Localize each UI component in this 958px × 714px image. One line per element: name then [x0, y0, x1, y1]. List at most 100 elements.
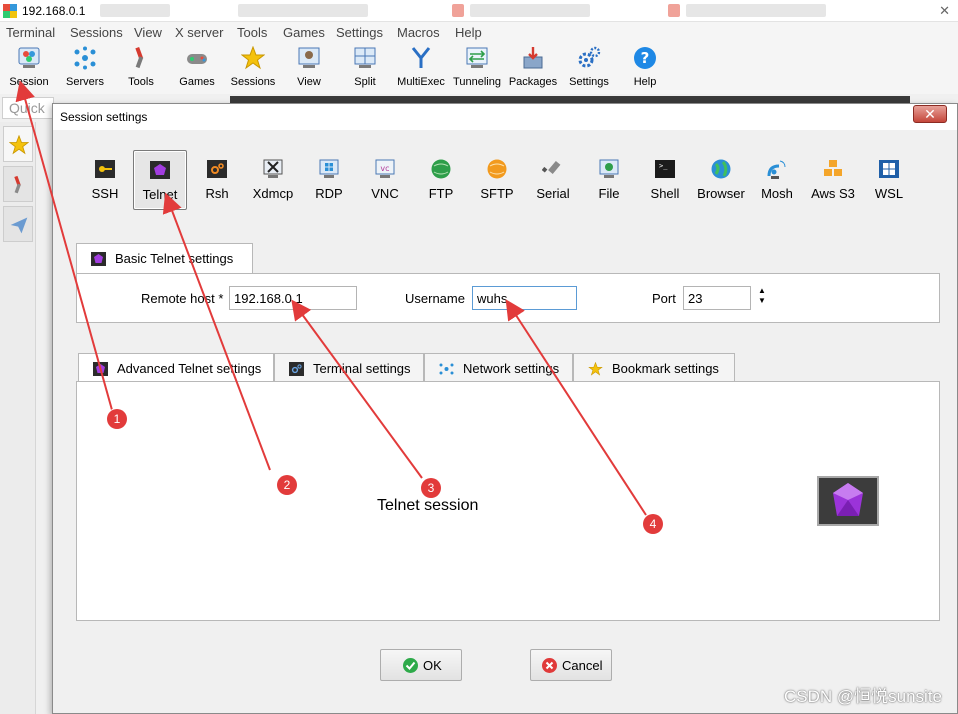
- annotation-badge: 2: [277, 475, 297, 495]
- blurred-tab[interactable]: [668, 4, 680, 17]
- tab-network-settings[interactable]: Network settings: [424, 353, 573, 383]
- svg-text:>_: >_: [659, 162, 668, 170]
- blurred-tab[interactable]: [452, 4, 464, 17]
- aws-s3-cubes-icon: [824, 160, 842, 176]
- tunneling-button[interactable]: Tunneling: [448, 44, 506, 92]
- menu-macros[interactable]: Macros: [397, 25, 440, 40]
- username-label: Username: [405, 291, 465, 306]
- dialog-close-button[interactable]: ✕: [913, 105, 947, 123]
- session-type-xdmcp[interactable]: Xdmcp: [246, 150, 300, 210]
- session-type-telnet[interactable]: Telnet: [133, 150, 187, 210]
- session-type-wsl[interactable]: WSL: [862, 150, 916, 210]
- session-type-sftp[interactable]: SFTP: [470, 150, 524, 210]
- packages-icon: [523, 47, 543, 69]
- port-input[interactable]: [683, 286, 751, 310]
- help-button[interactable]: ? Help: [616, 44, 674, 92]
- split-button[interactable]: Split: [336, 44, 394, 92]
- tools-icon: [135, 46, 144, 69]
- serial-plug-icon: [542, 160, 561, 174]
- split-icon: [354, 47, 376, 68]
- menu-help[interactable]: Help: [455, 25, 482, 40]
- session-type-serial[interactable]: Serial: [526, 150, 580, 210]
- session-type-caption: Telnet session: [377, 497, 479, 514]
- ok-button[interactable]: OK: [380, 649, 462, 681]
- menu-tools[interactable]: Tools: [237, 25, 267, 40]
- network-icon: [439, 363, 454, 375]
- port-label: Port: [652, 291, 676, 306]
- cancel-button[interactable]: Cancel: [530, 649, 612, 681]
- tab-terminal-settings[interactable]: Terminal settings: [274, 353, 424, 383]
- main-toolbar: Session Servers Tools Games Sessions Vie…: [0, 42, 958, 94]
- mosh-satellite-icon: [767, 160, 786, 179]
- sessions-button[interactable]: Sessions: [224, 44, 282, 92]
- window-titlebar: 192.168.0.1 ✕: [0, 0, 958, 22]
- dialog-titlebar: Session settings ✕: [53, 104, 957, 130]
- session-type-ftp[interactable]: FTP: [414, 150, 468, 210]
- menu-view[interactable]: View: [134, 25, 162, 40]
- rdp-icon: [319, 159, 339, 178]
- session-type-ssh[interactable]: SSH: [78, 150, 132, 210]
- session-type-mosh[interactable]: Mosh: [750, 150, 804, 210]
- sidebar-sessions-tab[interactable]: [3, 126, 33, 162]
- vnc-icon: vc: [375, 159, 395, 178]
- remote-host-input[interactable]: [229, 286, 357, 310]
- star-icon: [9, 135, 29, 155]
- tab-basic-telnet-settings[interactable]: Basic Telnet settings: [76, 243, 253, 273]
- tab-advanced-telnet-settings[interactable]: Advanced Telnet settings: [78, 353, 274, 383]
- terminal-gears-icon: [289, 362, 304, 376]
- window-title: 192.168.0.1: [22, 4, 86, 18]
- servers-button[interactable]: Servers: [56, 44, 114, 92]
- session-type-rdp[interactable]: RDP: [302, 150, 356, 210]
- dialog-title: Session settings: [60, 110, 148, 124]
- blurred-tab[interactable]: [238, 4, 368, 17]
- menu-xserver[interactable]: X server: [175, 25, 223, 40]
- menu-sessions[interactable]: Sessions: [70, 25, 123, 40]
- blurred-tab[interactable]: [100, 4, 170, 17]
- ftp-globe-icon: [431, 159, 451, 179]
- session-icon: [18, 47, 40, 68]
- help-icon: ?: [634, 47, 656, 69]
- annotation-badge: 1: [107, 409, 127, 429]
- annotation-badge: 3: [421, 478, 441, 498]
- paper-plane-icon: [10, 217, 28, 234]
- chevron-up-icon[interactable]: ▲: [755, 286, 769, 296]
- advanced-settings-panel: Telnet session: [76, 381, 940, 621]
- blurred-tab[interactable]: [470, 4, 590, 17]
- annotation-badge: 4: [643, 514, 663, 534]
- menu-terminal[interactable]: Terminal: [6, 25, 55, 40]
- mobaxterm-app-icon: [3, 4, 17, 18]
- sidebar-tools-tab[interactable]: [3, 166, 33, 202]
- session-button[interactable]: Session: [0, 44, 58, 92]
- username-input[interactable]: [472, 286, 577, 310]
- tools-button[interactable]: Tools: [112, 44, 170, 92]
- quick-connect-input[interactable]: Quick: [2, 97, 54, 119]
- xdmcp-icon: [263, 159, 283, 178]
- session-type-rsh[interactable]: Rsh: [190, 150, 244, 210]
- session-type-vnc[interactable]: vc VNC: [358, 150, 412, 210]
- menu-games[interactable]: Games: [283, 25, 325, 40]
- session-type-file[interactable]: File: [582, 150, 636, 210]
- tools-icon: [14, 175, 21, 194]
- window-close-icon[interactable]: ✕: [939, 3, 950, 19]
- rsh-gears-icon: [207, 160, 227, 178]
- multiexec-button[interactable]: MultiExec: [392, 44, 450, 92]
- view-button[interactable]: View: [280, 44, 338, 92]
- menu-settings[interactable]: Settings: [336, 25, 383, 40]
- tab-bookmark-settings[interactable]: Bookmark settings: [573, 353, 735, 383]
- port-spinner[interactable]: ▲ ▼: [755, 286, 769, 308]
- games-button[interactable]: Games: [168, 44, 226, 92]
- packages-button[interactable]: Packages: [504, 44, 562, 92]
- sidebar-macros-tab[interactable]: [3, 206, 33, 242]
- cancel-x-icon: [542, 658, 557, 673]
- left-sidebar: [0, 122, 36, 714]
- session-settings-dialog: Session settings ✕ SSH Telnet Rsh Xdmcp …: [52, 103, 958, 714]
- session-type-shell[interactable]: >_ Shell: [638, 150, 692, 210]
- session-type-browser[interactable]: Browser: [694, 150, 748, 210]
- chevron-down-icon[interactable]: ▼: [755, 296, 769, 306]
- key-icon: [95, 160, 115, 178]
- settings-button[interactable]: Settings: [560, 44, 618, 92]
- telnet-gem-icon: [150, 161, 170, 179]
- session-type-aws-s3[interactable]: Aws S3: [806, 150, 860, 210]
- multiexec-icon: [411, 47, 431, 68]
- blurred-tab[interactable]: [686, 4, 826, 17]
